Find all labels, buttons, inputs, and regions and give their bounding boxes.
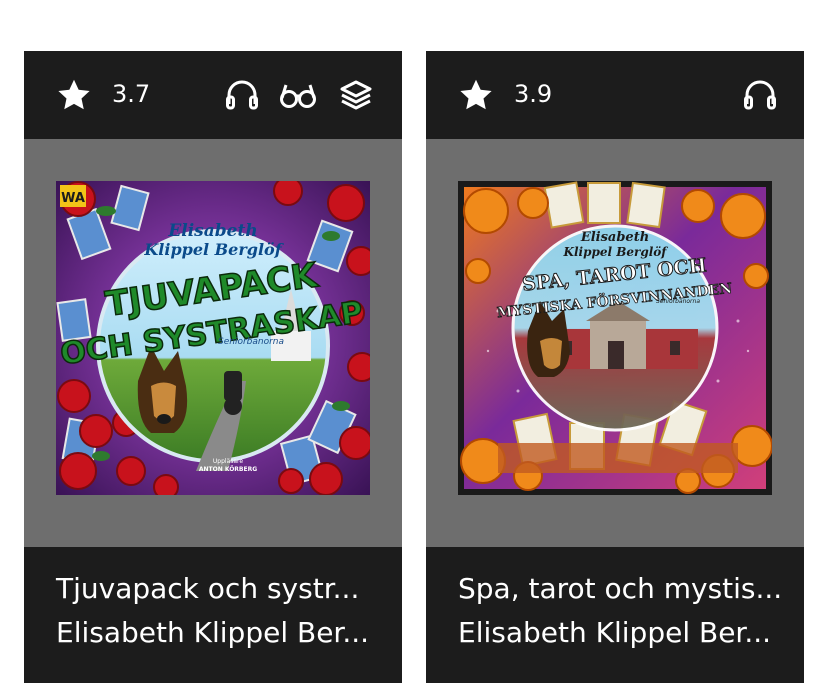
cover-reader-label: Uppläsare xyxy=(213,458,243,465)
cover-reader-name: ANTON KÖRBERG xyxy=(199,466,257,473)
publisher-logo: WA xyxy=(61,191,85,206)
star-icon xyxy=(56,77,92,113)
book-cover[interactable]: Elisabeth Klippel Berglöf TJUVAPACK OCH … xyxy=(56,181,370,495)
book-card[interactable]: 3.7 Elisabeth Klippel Berglöf TJUVAPACK … xyxy=(24,51,402,683)
book-cover[interactable]: Elisabeth Klippel Berglöf SPA, TAROT OCH… xyxy=(458,181,772,495)
card-footer: Tjuvapack och systr... Elisabeth Klippel… xyxy=(24,547,402,683)
card-header: 3.7 xyxy=(24,51,402,139)
cover-series: Seniorbanorna xyxy=(656,298,700,305)
rating-value: 3.9 xyxy=(514,80,553,108)
glasses-icon xyxy=(278,75,318,115)
cover-area[interactable]: Elisabeth Klippel Berglöf TJUVAPACK OCH … xyxy=(24,139,402,547)
book-author[interactable]: Elisabeth Klippel Ber... xyxy=(458,615,778,651)
headphones-icon xyxy=(222,75,262,115)
book-card[interactable]: 3.9 Elisabeth Klippel Berglöf SPA, TAROT… xyxy=(426,51,804,683)
cover-author-line1: Elisabeth xyxy=(167,221,257,241)
cover-series: Seniorbanorna xyxy=(218,337,284,347)
rating-value: 3.7 xyxy=(112,80,151,108)
cover-author-line1: Elisabeth xyxy=(580,230,649,245)
cover-author-line2: Klippel Berglöf xyxy=(563,245,669,259)
layers-icon xyxy=(336,75,376,115)
cover-area[interactable]: Elisabeth Klippel Berglöf SPA, TAROT OCH… xyxy=(426,139,804,547)
book-title[interactable]: Tjuvapack och systr... xyxy=(56,571,376,607)
card-footer: Spa, tarot och mystis... Elisabeth Klipp… xyxy=(426,547,804,683)
book-title[interactable]: Spa, tarot och mystis... xyxy=(458,571,782,607)
book-author[interactable]: Elisabeth Klippel Ber... xyxy=(56,615,376,651)
card-header: 3.9 xyxy=(426,51,804,139)
headphones-icon xyxy=(740,75,780,115)
star-icon xyxy=(458,77,494,113)
cover-author-line2: Klippel Berglöf xyxy=(143,240,284,259)
